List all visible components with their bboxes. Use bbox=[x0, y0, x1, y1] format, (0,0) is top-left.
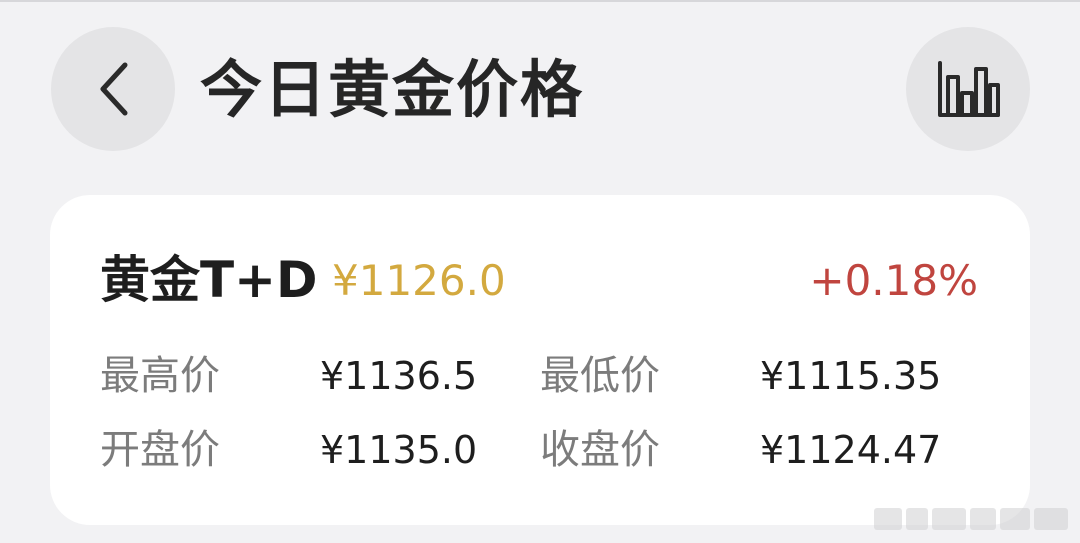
top-divider bbox=[0, 0, 1080, 2]
change-percent: +0.18% bbox=[809, 256, 978, 305]
stat-value-open: ¥1135.0 bbox=[320, 428, 478, 472]
stat-value-close: ¥1124.47 bbox=[760, 428, 942, 472]
bar-chart-icon bbox=[938, 61, 1000, 117]
current-price: ¥1126.0 bbox=[332, 256, 506, 305]
stat-label-open: 开盘价 bbox=[100, 427, 220, 473]
stat-value-low: ¥1115.35 bbox=[760, 354, 942, 398]
page-title: 今日黄金价格 bbox=[200, 53, 585, 126]
stat-label-low: 最低价 bbox=[540, 353, 660, 399]
chevron-left-icon bbox=[100, 62, 128, 116]
back-button[interactable] bbox=[51, 27, 175, 151]
watermark bbox=[874, 505, 1070, 533]
gold-price-card: 黄金T+D ¥1126.0 +0.18% 最高价 ¥1136.5 最低价 ¥11… bbox=[50, 195, 1030, 525]
stat-value-high: ¥1136.5 bbox=[320, 354, 478, 398]
stat-label-close: 收盘价 bbox=[540, 427, 660, 473]
chart-button[interactable] bbox=[906, 27, 1030, 151]
stat-label-high: 最高价 bbox=[100, 353, 220, 399]
product-name: 黄金T+D bbox=[100, 251, 318, 309]
